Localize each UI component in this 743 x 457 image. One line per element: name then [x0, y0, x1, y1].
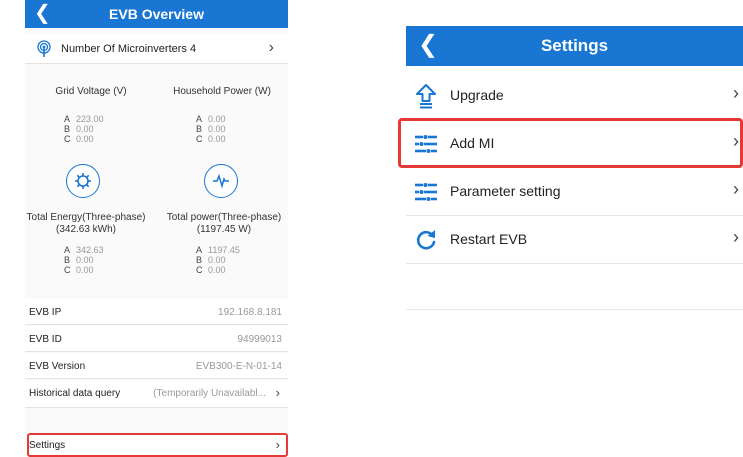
settings-highlight [27, 433, 288, 457]
settings-item-parameter-setting[interactable]: Parameter setting › [406, 168, 743, 216]
page-title: Settings [540, 36, 609, 55]
settings-item-restart-evb[interactable]: Restart EVB › [406, 216, 743, 264]
total-energy-values: A 342.63 B 0.00 C 0.00 [64, 245, 104, 275]
evb-version-value: EVB300-E-N-01-14 [195, 361, 282, 372]
settings-item-label: Parameter setting [450, 183, 561, 199]
antenna-icon [37, 40, 51, 57]
evb-id-row: EVB ID 94999013 [25, 326, 288, 352]
settings-item-upgrade[interactable]: Upgrade › [406, 72, 743, 120]
evb-ip-label: EVB IP [29, 307, 62, 318]
chevron-right-icon: › [275, 385, 280, 400]
sliders-icon [415, 183, 437, 201]
chevron-right-icon: › [733, 227, 739, 247]
settings-screen: ❮ Settings Upgrade › Add MI › Parameter … [406, 26, 743, 457]
evb-version-label: EVB Version [29, 361, 86, 372]
page-title: EVB Overview [109, 6, 204, 22]
microinverters-count: Number Of Microinverters 4 [61, 43, 197, 55]
add-mi-highlight [398, 118, 743, 168]
power-pulse-icon [204, 164, 238, 198]
grid-voltage-values: A 223.00 B 0.00 C 0.00 [64, 114, 104, 144]
historical-data-status: (Temporarily Unavailabl... [153, 388, 266, 399]
settings-item-label: Upgrade [450, 87, 504, 103]
household-power-values: A 0.00 B 0.00 C 0.00 [196, 114, 226, 144]
energy-icon [66, 164, 100, 198]
restart-icon [416, 230, 436, 250]
settings-empty-row [406, 264, 743, 310]
upgrade-icon [416, 84, 436, 109]
evb-ip-value: 192.168.8.181 [218, 307, 282, 318]
grid-voltage-title: Grid Voltage (V) [55, 86, 127, 97]
total-power-values: A 1197.45 B 0.00 C 0.00 [196, 245, 240, 275]
chevron-right-icon: › [733, 179, 739, 199]
settings-item-label: Restart EVB [450, 231, 528, 247]
total-energy-title: Total Energy(Three-phase) (342.63 kWh) [26, 212, 146, 235]
total-power-title: Total power(Three-phase) (1197.45 W) [166, 212, 282, 235]
overview-header: ❮ EVB Overview [25, 0, 288, 28]
evb-id-value: 94999013 [237, 334, 283, 345]
settings-header: ❮ Settings [406, 26, 743, 66]
evb-ip-row: EVB IP 192.168.8.181 [25, 299, 288, 325]
household-power-title: Household Power (W) [173, 86, 271, 97]
historical-data-label: Historical data query [29, 388, 121, 399]
microinverters-row[interactable]: Number Of Microinverters 4 › [25, 34, 288, 64]
evb-overview-screen: ❮ EVB Overview Number Of Microinverters … [25, 0, 288, 457]
evb-id-label: EVB ID [29, 334, 62, 345]
chevron-right-icon: › [733, 83, 739, 103]
evb-version-row: EVB Version EVB300-E-N-01-14 [25, 353, 288, 379]
chevron-right-icon: › [268, 39, 274, 56]
historical-data-row[interactable]: Historical data query (Temporarily Unava… [25, 380, 288, 408]
